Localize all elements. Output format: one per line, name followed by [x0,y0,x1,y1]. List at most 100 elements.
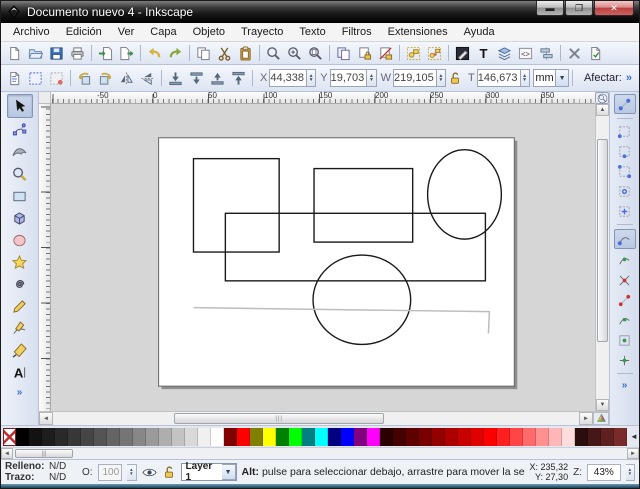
menu-archivo[interactable]: Archivo [5,24,58,40]
menu-trayecto[interactable]: Trayecto [233,24,291,40]
swatch-000080[interactable] [328,428,341,446]
align-button[interactable] [536,43,557,63]
swatch-d9d9d9[interactable] [185,428,198,446]
menu-texto[interactable]: Texto [291,24,333,40]
raise-button[interactable] [207,68,228,88]
restore-button[interactable]: ❐ [565,1,593,16]
swatch-800080[interactable] [354,428,367,446]
printer-button[interactable] [67,43,88,63]
scroll-left-button[interactable]: ◄ [39,412,53,425]
flip-v-button[interactable] [137,68,158,88]
tool-pencil-button[interactable] [7,297,33,316]
snap-mid-button[interactable] [614,332,636,349]
scroll-up-button[interactable]: ▲ [596,104,609,116]
tool-rect-button[interactable] [7,187,33,206]
zoom-field[interactable]: 43% [587,464,621,481]
layer-lock-icon[interactable] [162,465,176,479]
swatch-000000[interactable] [16,428,29,446]
snap-center-button[interactable] [614,352,636,369]
select-all-layers-button[interactable] [25,68,46,88]
swatch-ffffff[interactable] [211,428,224,446]
snap-bbox-mid-button[interactable] [614,183,636,200]
swatch-878787[interactable] [133,428,146,446]
menu-capa[interactable]: Capa [142,24,184,40]
x-field[interactable]: 44,338 [269,69,307,87]
layer-dropdown-arrow[interactable]: ▼ [222,464,236,480]
swatch-9a9a9a[interactable] [146,428,159,446]
swatch-450000[interactable] [393,428,406,446]
layers-button[interactable] [494,43,515,63]
swatch-646464[interactable] [107,428,120,446]
swatch-5f0000[interactable] [406,428,419,446]
tool-star-button[interactable] [7,253,33,272]
tool-zoom-button[interactable] [7,165,33,184]
swatch-008080[interactable] [302,428,315,446]
swatch-00ff00[interactable] [289,428,302,446]
menu-edicion[interactable]: Edición [58,24,110,40]
swatch-ffb7b7[interactable] [549,428,562,446]
h-field[interactable]: 146,673 [477,69,521,87]
lock-ratio-icon[interactable] [448,71,462,85]
swatch-454545[interactable] [81,428,94,446]
swatch-c3c3c3[interactable] [172,428,185,446]
toolbox-overflow-chevron[interactable]: » [17,387,23,398]
lower-button[interactable] [186,68,207,88]
group-button[interactable] [403,43,424,63]
doc-new-button[interactable] [4,43,25,63]
titlebar[interactable]: Documento nuevo 4 - Inkscape ▬ ❐ ✕ [1,1,639,23]
y-spinner[interactable]: ▲▼ [367,69,376,87]
palette-more-arrow[interactable]: ◄ [627,432,639,441]
lower-bottom-button[interactable] [165,68,186,88]
redo-button[interactable] [165,43,186,63]
ungroup-button[interactable] [424,43,445,63]
swatch-e10000[interactable] [471,428,484,446]
swatch-930000[interactable] [432,428,445,446]
snap-intersect-button[interactable] [614,272,636,289]
swatch-ff1f1f[interactable] [497,428,510,446]
copy-button[interactable] [193,43,214,63]
minimize-button[interactable]: ▬ [536,1,564,16]
tool-node-button[interactable] [7,121,33,140]
horizontal-scrollbar[interactable]: ◄ ||| ► [39,411,609,425]
swatch-008000[interactable] [276,428,289,446]
fill-stroke-indicator[interactable]: Relleno:N/D Trazo:N/D [5,461,77,483]
tool-calligraphy-button[interactable] [7,341,33,360]
swatch-5f2020[interactable] [601,428,614,446]
tool-text-button[interactable]: A [7,363,33,382]
swatch-f0f0f0[interactable] [198,428,211,446]
swatch-790000[interactable] [419,428,432,446]
x-spinner[interactable]: ▲▼ [307,69,316,87]
tool-ellipse-button[interactable] [7,231,33,250]
color-managed-display-button[interactable] [593,412,609,425]
horizontal-ruler[interactable]: -50050100150200250300350 [51,92,595,104]
swatch-545454[interactable] [94,428,107,446]
swatch-451717[interactable] [588,428,601,446]
menu-objeto[interactable]: Objeto [185,24,233,40]
swatch-fb0000[interactable] [484,428,497,446]
palette-scrollbar[interactable]: ◄ ||| ► [1,447,639,459]
select-all-button[interactable] [4,68,25,88]
snap-bbox-button[interactable] [614,123,636,140]
paste-button[interactable] [235,43,256,63]
zoom-drawing-button[interactable] [284,43,305,63]
zoom-page-button[interactable] [305,43,326,63]
swatch-373737[interactable] [68,428,81,446]
swatch-00ffff[interactable] [315,428,328,446]
xml-editor-button[interactable]: <> [515,43,536,63]
close-button[interactable]: ✕ [594,1,634,16]
snap-node-button[interactable] [614,229,636,249]
swatch-ff00ff[interactable] [367,428,380,446]
layer-selector[interactable]: Layer 1 ▼ [181,463,237,481]
swatch-2b0d0d[interactable] [575,428,588,446]
cut-button[interactable] [214,43,235,63]
toolbar-overflow-chevron[interactable]: » [626,72,632,84]
vertical-scrollbar[interactable]: ▲ ▼ [595,104,609,411]
snapbar-overflow-chevron[interactable]: » [622,380,628,391]
unlink-clone-button[interactable] [375,43,396,63]
opacity-spinner[interactable]: ▲▼ [127,464,136,481]
save-button[interactable] [46,43,67,63]
preferences-button[interactable] [564,43,585,63]
import-button[interactable] [95,43,116,63]
tool-spiral-button[interactable] [7,275,33,294]
snap-bbox-edge-button[interactable] [614,143,636,160]
